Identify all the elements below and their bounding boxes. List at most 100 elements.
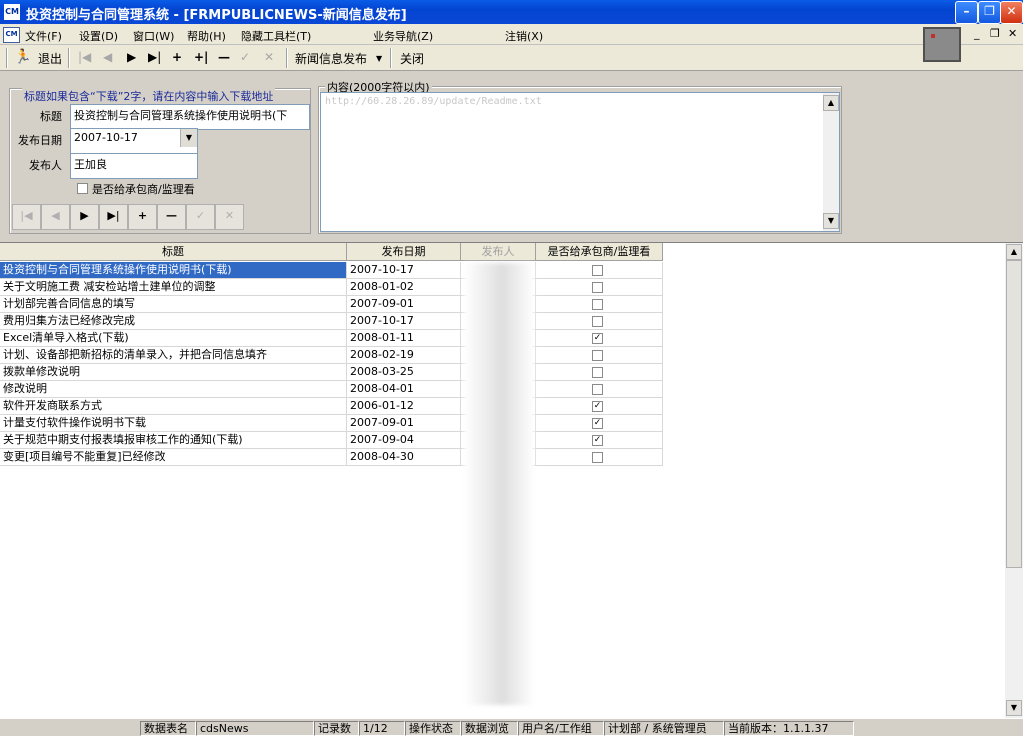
publisher-field[interactable]: 王加良 bbox=[70, 153, 198, 179]
content-textarea[interactable]: http://60.28.26.89/update/Readme.txt ▲ ▼ bbox=[320, 92, 840, 232]
row-visible[interactable]: ✓ bbox=[536, 398, 663, 415]
last-record-icon[interactable]: ▶| bbox=[148, 50, 161, 64]
table-row[interactable]: 计划部完善合同信息的填写 2007-09-01 bbox=[0, 296, 663, 313]
row-title[interactable]: 计量支付软件操作说明书下载 bbox=[0, 415, 347, 432]
menu-file[interactable]: 文件(F) bbox=[25, 28, 62, 44]
next-record-button[interactable]: ▶ bbox=[70, 204, 99, 230]
menu-hide-toolbar[interactable]: 隐藏工具栏(T) bbox=[241, 28, 311, 44]
row-visible[interactable]: ✓ bbox=[536, 330, 663, 347]
column-header-visible[interactable]: 是否给承包商/监理看 bbox=[536, 243, 663, 261]
column-header-title[interactable]: 标题 bbox=[0, 243, 347, 261]
close-button[interactable]: 关闭 bbox=[400, 50, 424, 67]
checked-checkbox-icon[interactable]: ✓ bbox=[592, 401, 603, 412]
row-date[interactable]: 2008-04-30 bbox=[347, 449, 461, 466]
row-date[interactable]: 2008-03-25 bbox=[347, 364, 461, 381]
row-date[interactable]: 2006-01-12 bbox=[347, 398, 461, 415]
post-record-button[interactable]: ✓ bbox=[186, 204, 215, 230]
unchecked-checkbox-icon[interactable] bbox=[592, 367, 603, 378]
close-window-button[interactable]: ✕ bbox=[1000, 1, 1023, 24]
chevron-down-icon[interactable]: ▼ bbox=[376, 54, 382, 63]
unchecked-checkbox-icon[interactable] bbox=[592, 316, 603, 327]
table-row[interactable]: 修改说明 2008-04-01 bbox=[0, 381, 663, 398]
checked-checkbox-icon[interactable]: ✓ bbox=[592, 435, 603, 446]
table-row[interactable]: 投资控制与合同管理系统操作使用说明书(下载) 2007-10-17 bbox=[0, 262, 663, 279]
last-record-button[interactable]: ▶| bbox=[99, 204, 128, 230]
row-date[interactable]: 2007-09-01 bbox=[347, 296, 461, 313]
minimize-button[interactable]: – bbox=[955, 1, 978, 24]
content-scrollbar[interactable]: ▲ ▼ bbox=[823, 93, 839, 231]
row-title[interactable]: 费用归集方法已经修改完成 bbox=[0, 313, 347, 330]
row-title[interactable]: Excel清单导入格式(下载) bbox=[0, 330, 347, 347]
unchecked-checkbox-icon[interactable] bbox=[592, 384, 603, 395]
row-visible[interactable] bbox=[536, 296, 663, 313]
post-record-icon[interactable]: ✓ bbox=[240, 50, 250, 64]
row-visible[interactable] bbox=[536, 364, 663, 381]
unchecked-checkbox-icon[interactable] bbox=[592, 350, 603, 361]
table-row[interactable]: 关于规范中期支付报表填报审核工作的通知(下载) 2007-09-04 ✓ bbox=[0, 432, 663, 449]
row-date[interactable]: 2008-01-02 bbox=[347, 279, 461, 296]
unchecked-checkbox-icon[interactable] bbox=[592, 452, 603, 463]
row-visible[interactable] bbox=[536, 449, 663, 466]
mdi-minimize-icon[interactable]: _ bbox=[974, 27, 980, 40]
column-header-publisher[interactable]: 发布人 bbox=[461, 243, 536, 261]
menu-logout[interactable]: 注销(X) bbox=[505, 28, 543, 44]
row-title[interactable]: 计划、设备部把新招标的清单录入，并把合同信息填齐 bbox=[0, 347, 347, 364]
row-title[interactable]: 计划部完善合同信息的填写 bbox=[0, 296, 347, 313]
mdi-restore-icon[interactable]: ❐ bbox=[990, 27, 1000, 40]
scroll-down-icon[interactable]: ▼ bbox=[823, 213, 839, 229]
row-visible[interactable] bbox=[536, 347, 663, 364]
checked-checkbox-icon[interactable]: ✓ bbox=[592, 333, 603, 344]
table-row[interactable]: 计划、设备部把新招标的清单录入，并把合同信息填齐 2008-02-19 bbox=[0, 347, 663, 364]
row-title[interactable]: 变更[项目编号不能重复]已经修改 bbox=[0, 449, 347, 466]
menu-window[interactable]: 窗口(W) bbox=[133, 28, 174, 44]
row-title[interactable]: 软件开发商联系方式 bbox=[0, 398, 347, 415]
module-dropdown[interactable]: 新闻信息发布 bbox=[295, 50, 367, 67]
delete-record-button[interactable]: — bbox=[157, 204, 186, 230]
row-visible[interactable] bbox=[536, 381, 663, 398]
add-record-button[interactable]: + bbox=[128, 204, 157, 230]
table-row[interactable]: 拨款单修改说明 2008-03-25 bbox=[0, 364, 663, 381]
unchecked-checkbox-icon[interactable] bbox=[592, 282, 603, 293]
cancel-record-button[interactable]: ✕ bbox=[215, 204, 244, 230]
row-date[interactable]: 2008-04-01 bbox=[347, 381, 461, 398]
restore-button[interactable]: ❐ bbox=[978, 1, 1001, 24]
table-row[interactable]: 变更[项目编号不能重复]已经修改 2008-04-30 bbox=[0, 449, 663, 466]
row-title[interactable]: 关于文明施工费 减安检站增土建单位的调整 bbox=[0, 279, 347, 296]
row-title[interactable]: 关于规范中期支付报表填报审核工作的通知(下载) bbox=[0, 432, 347, 449]
row-title[interactable]: 拨款单修改说明 bbox=[0, 364, 347, 381]
delete-record-icon[interactable]: — bbox=[218, 50, 230, 64]
row-visible[interactable] bbox=[536, 279, 663, 296]
row-visible[interactable]: ✓ bbox=[536, 432, 663, 449]
table-row[interactable]: 软件开发商联系方式 2006-01-12 ✓ bbox=[0, 398, 663, 415]
menu-business-nav[interactable]: 业务导航(Z) bbox=[373, 28, 433, 44]
scroll-up-icon[interactable]: ▲ bbox=[823, 95, 839, 111]
cancel-record-icon[interactable]: ✕ bbox=[264, 50, 274, 64]
column-header-date[interactable]: 发布日期 bbox=[347, 243, 461, 261]
row-title[interactable]: 投资控制与合同管理系统操作使用说明书(下载) bbox=[0, 262, 347, 279]
grid-scrollbar[interactable]: ▲ ▼ bbox=[1005, 243, 1023, 718]
row-date[interactable]: 2008-02-19 bbox=[347, 347, 461, 364]
chevron-down-icon[interactable]: ▼ bbox=[180, 129, 197, 147]
row-date[interactable]: 2008-01-11 bbox=[347, 330, 461, 347]
row-date[interactable]: 2007-10-17 bbox=[347, 313, 461, 330]
table-row[interactable]: 计量支付软件操作说明书下载 2007-09-01 ✓ bbox=[0, 415, 663, 432]
mdi-child-icon[interactable]: CM bbox=[3, 27, 20, 43]
row-visible[interactable]: ✓ bbox=[536, 415, 663, 432]
row-date[interactable]: 2007-10-17 bbox=[347, 262, 461, 279]
insert-record-icon[interactable]: +| bbox=[194, 50, 208, 64]
table-row[interactable]: 关于文明施工费 减安检站增土建单位的调整 2008-01-02 bbox=[0, 279, 663, 296]
table-row[interactable]: Excel清单导入格式(下载) 2008-01-11 ✓ bbox=[0, 330, 663, 347]
prev-record-icon[interactable]: ◀ bbox=[103, 50, 112, 64]
checked-checkbox-icon[interactable]: ✓ bbox=[592, 418, 603, 429]
visible-to-contractor-checkbox[interactable] bbox=[77, 183, 88, 194]
scroll-thumb[interactable] bbox=[1006, 260, 1022, 568]
row-date[interactable]: 2007-09-01 bbox=[347, 415, 461, 432]
row-date[interactable]: 2007-09-04 bbox=[347, 432, 461, 449]
table-row[interactable]: 费用归集方法已经修改完成 2007-10-17 bbox=[0, 313, 663, 330]
unchecked-checkbox-icon[interactable] bbox=[592, 265, 603, 276]
row-visible[interactable] bbox=[536, 313, 663, 330]
exit-button[interactable]: 退出 bbox=[38, 50, 62, 67]
next-record-icon[interactable]: ▶ bbox=[127, 50, 136, 64]
row-title[interactable]: 修改说明 bbox=[0, 381, 347, 398]
first-record-button[interactable]: |◀ bbox=[12, 204, 41, 230]
